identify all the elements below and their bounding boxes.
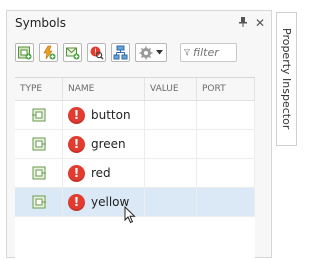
filter-box[interactable] (180, 43, 237, 62)
value-cell (145, 101, 197, 129)
value-cell (145, 188, 197, 216)
settings-dropdown[interactable] (135, 43, 167, 62)
panel-title: Symbols (15, 16, 66, 30)
header-port[interactable]: PORT (197, 78, 255, 100)
add-message-button[interactable] (63, 43, 82, 62)
type-cell (15, 101, 63, 129)
close-icon[interactable]: ✕ (255, 16, 265, 30)
name-cell: ! red (63, 159, 145, 187)
symbol-name: red (91, 166, 111, 180)
output-data-icon (32, 166, 46, 180)
header-name[interactable]: NAME (63, 78, 145, 100)
symbols-table: TYPE NAME VALUE PORT ! button ! green ! … (15, 77, 255, 258)
funnel-icon (184, 49, 190, 56)
add-data-button[interactable] (15, 43, 34, 62)
resolve-undefined-icon: ! (90, 46, 104, 60)
titlebar-actions: ✕ (238, 16, 265, 30)
table-row[interactable]: ! red (15, 159, 255, 188)
type-cell (15, 159, 63, 187)
type-cell (15, 188, 63, 216)
port-cell (197, 188, 255, 216)
add-event-icon (43, 45, 56, 60)
port-cell (197, 159, 255, 187)
filter-input[interactable] (193, 46, 233, 59)
name-cell: ! button (63, 101, 145, 129)
error-icon: ! (68, 164, 85, 182)
add-event-button[interactable] (39, 43, 58, 62)
port-cell (197, 130, 255, 158)
output-data-icon (32, 195, 46, 209)
toolbar: ! (15, 43, 237, 62)
type-cell (15, 130, 63, 158)
error-icon: ! (68, 135, 85, 153)
header-value[interactable]: VALUE (145, 78, 197, 100)
symbol-name: button (91, 108, 131, 122)
pin-icon[interactable] (238, 16, 247, 30)
chevron-down-icon (156, 50, 163, 55)
error-icon: ! (68, 106, 85, 124)
property-inspector-tab[interactable]: Property Inspector (276, 12, 297, 146)
symbol-name: green (91, 137, 126, 151)
value-cell (145, 159, 197, 187)
header-type[interactable]: TYPE (15, 78, 63, 100)
error-icon: ! (68, 193, 85, 211)
table-row[interactable]: ! button (15, 101, 255, 130)
property-inspector-label: Property Inspector (280, 28, 293, 130)
panel-titlebar: Symbols ✕ (7, 11, 271, 35)
mouse-cursor-icon (124, 206, 136, 224)
output-data-icon (32, 137, 46, 151)
resolve-undefined-button[interactable]: ! (87, 43, 106, 62)
name-cell: ! green (63, 130, 145, 158)
symbols-panel: Symbols ✕ ! filter TYPE NAME VALUE PORT … (6, 10, 272, 258)
input-event-icon (31, 108, 45, 122)
model-explorer-button[interactable] (111, 43, 130, 62)
add-message-icon (66, 47, 80, 60)
table-row[interactable]: ! green (15, 130, 255, 159)
port-cell (197, 101, 255, 129)
value-cell (145, 130, 197, 158)
add-data-icon (18, 46, 32, 60)
open-model-explorer-icon (113, 45, 128, 60)
table-header: TYPE NAME VALUE PORT (15, 78, 255, 101)
gear-icon (139, 46, 153, 59)
